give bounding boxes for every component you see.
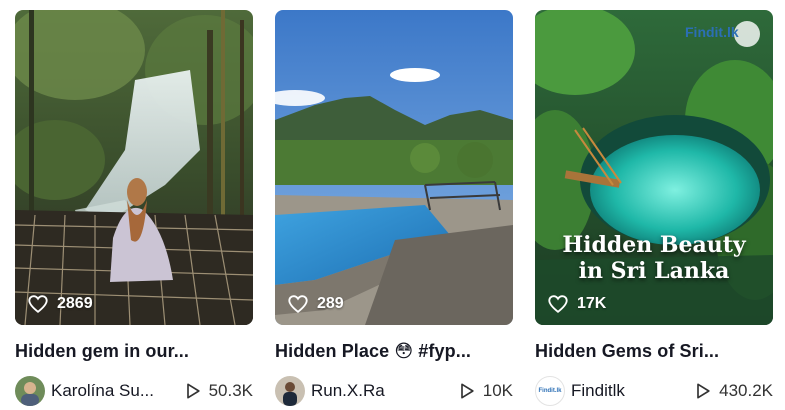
pool-mountain-photo xyxy=(275,10,513,325)
overlay-title-line1: Hidden Beauty xyxy=(562,232,746,258)
video-meta: Run.X.Ra 10K xyxy=(275,376,513,406)
brand-logo: Findit.lk xyxy=(685,18,763,58)
like-count-text: 289 xyxy=(317,295,344,312)
overlay-title-line2: in Sri Lanka xyxy=(578,258,730,284)
view-count: 430.2K xyxy=(693,381,773,401)
video-card: Findit.lk Hidden Beauty in Sri Lanka 17K… xyxy=(535,10,773,406)
video-title[interactable]: Hidden Place 😳 #fyp... xyxy=(275,341,513,362)
like-count-text: 2869 xyxy=(57,295,93,312)
like-count: 17K xyxy=(547,293,606,315)
author-link[interactable]: Run.X.Ra xyxy=(275,376,385,406)
like-count-text: 17K xyxy=(577,295,607,312)
video-thumbnail[interactable]: Findit.lk Hidden Beauty in Sri Lanka 17K xyxy=(535,10,773,325)
heart-outline-icon xyxy=(548,295,568,313)
play-outline-icon xyxy=(697,383,710,399)
view-count-text: 430.2K xyxy=(719,381,773,400)
author-name[interactable]: Run.X.Ra xyxy=(311,381,385,401)
heart-outline-icon xyxy=(288,295,308,313)
video-meta: Karolína Su... 50.3K xyxy=(15,376,253,406)
waterfall-forest-photo xyxy=(15,10,253,325)
avatar[interactable]: Findit.lk xyxy=(535,376,565,406)
play-outline-icon xyxy=(460,383,474,399)
avatar[interactable] xyxy=(275,376,305,406)
heart-outline-icon xyxy=(28,295,48,313)
author-name[interactable]: Finditlk xyxy=(571,381,625,401)
author-link[interactable]: Karolína Su... xyxy=(15,376,154,406)
video-thumbnail[interactable]: 2869 xyxy=(15,10,253,325)
play-outline-icon xyxy=(186,383,200,399)
view-count-text: 50.3K xyxy=(208,381,253,400)
video-title[interactable]: Hidden Gems of Sri... xyxy=(535,341,773,362)
video-title[interactable]: Hidden gem in our... xyxy=(15,341,253,362)
view-count: 50.3K xyxy=(183,381,253,401)
like-count: 289 xyxy=(287,293,344,315)
view-count-text: 10K xyxy=(482,381,513,400)
view-count: 10K xyxy=(457,381,513,401)
like-count: 2869 xyxy=(27,293,93,315)
avatar[interactable] xyxy=(15,376,45,406)
video-thumbnail[interactable]: 289 xyxy=(275,10,513,325)
video-grid: 2869 Hidden gem in our... Karolína Su...… xyxy=(0,0,785,410)
video-meta: Findit.lk Finditlk 430.2K xyxy=(535,376,773,406)
author-name[interactable]: Karolína Su... xyxy=(51,381,154,401)
video-card: 289 Hidden Place 😳 #fyp... Run.X.Ra 10K xyxy=(275,10,513,406)
author-link[interactable]: Findit.lk Finditlk xyxy=(535,376,625,406)
avatar-text: Findit.lk xyxy=(538,388,562,394)
video-card: 2869 Hidden gem in our... Karolína Su...… xyxy=(15,10,253,406)
